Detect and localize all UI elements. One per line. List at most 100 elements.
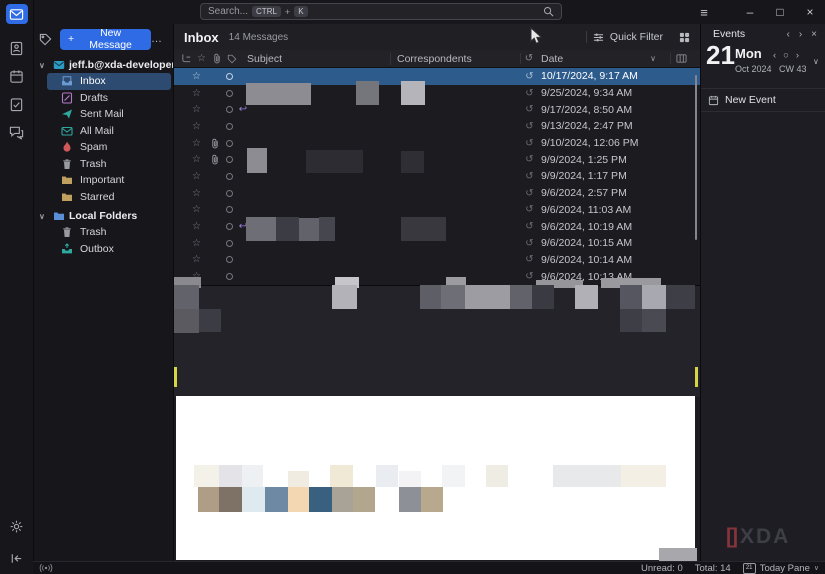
star-icon[interactable]: ☆ (192, 121, 207, 132)
account-row[interactable]: ∨ jeff.b@xda-developers.c... (33, 57, 173, 73)
junk-column-icon[interactable]: ↺ (520, 53, 537, 64)
close-today-pane-icon[interactable]: × (811, 29, 817, 40)
junk-toggle-icon[interactable]: ↺ (523, 204, 536, 215)
app-menu-icon[interactable]: ≡ (689, 5, 719, 20)
star-icon[interactable]: ☆ (192, 138, 207, 149)
space-calendar-button[interactable] (6, 66, 28, 86)
junk-toggle-icon[interactable]: ↺ (523, 121, 536, 132)
read-status-icon[interactable] (223, 156, 236, 163)
events-prev-icon[interactable]: ‹ (786, 29, 789, 40)
folder-starred[interactable]: Starred (47, 189, 171, 206)
read-status-icon[interactable] (223, 190, 236, 197)
today-dot-icon[interactable]: ○ (783, 50, 789, 61)
folder-important[interactable]: Important (47, 172, 171, 189)
message-list-scrollbar[interactable] (695, 75, 697, 240)
folder-drafts[interactable]: Drafts (47, 90, 171, 107)
space-mail-button[interactable] (6, 4, 28, 24)
folder-all-mail[interactable]: All Mail (47, 123, 171, 140)
display-options-icon[interactable] (679, 32, 690, 43)
message-row[interactable]: ☆↩↺9/6/2024, 10:19 AM (174, 218, 700, 235)
read-status-icon[interactable] (223, 273, 236, 280)
folder-sent-mail[interactable]: Sent Mail (47, 106, 171, 123)
junk-toggle-icon[interactable]: ↺ (523, 154, 536, 165)
star-icon[interactable]: ☆ (192, 104, 207, 115)
junk-toggle-icon[interactable]: ↺ (523, 271, 536, 282)
junk-toggle-icon[interactable]: ↺ (523, 171, 536, 182)
collapse-spaces-button[interactable] (6, 548, 28, 568)
message-row[interactable]: ☆↺9/25/2024, 9:34 AM (174, 85, 700, 102)
message-row[interactable]: ☆↺9/9/2024, 1:25 PM (174, 151, 700, 168)
read-status-icon[interactable] (223, 73, 236, 80)
star-icon[interactable]: ☆ (192, 88, 207, 99)
quick-filter-button[interactable]: Quick Filter (610, 31, 663, 43)
new-message-button[interactable]: + New Message (60, 29, 151, 50)
read-status-icon[interactable] (223, 173, 236, 180)
junk-toggle-icon[interactable]: ↺ (523, 238, 536, 249)
column-picker-icon[interactable] (670, 53, 692, 64)
maximize-button[interactable]: □ (765, 5, 795, 19)
junk-toggle-icon[interactable]: ↺ (523, 188, 536, 199)
folder-spam[interactable]: Spam (47, 139, 171, 156)
space-chat-button[interactable] (6, 122, 28, 142)
expander-icon[interactable]: ∨ (39, 61, 49, 70)
day-next-icon[interactable]: › (796, 50, 799, 61)
subject-column-header[interactable]: Subject (247, 53, 390, 65)
star-icon[interactable]: ☆ (192, 71, 207, 82)
message-row[interactable]: ☆↺9/10/2024, 12:06 PM (174, 135, 700, 152)
global-search-input[interactable]: Search... CTRL + K (200, 3, 562, 20)
folder-outbox[interactable]: Outbox (47, 241, 171, 258)
date-column-header[interactable]: Date ∨ (537, 53, 670, 65)
star-icon[interactable]: ☆ (192, 171, 207, 182)
folder-trash[interactable]: Trash (47, 156, 171, 173)
day-prev-icon[interactable]: ‹ (773, 50, 776, 61)
expander-icon[interactable]: ∨ (39, 212, 49, 221)
message-row[interactable]: ☆↺9/13/2024, 2:47 PM (174, 118, 700, 135)
new-event-button[interactable]: New Event (701, 88, 825, 112)
folder-inbox[interactable]: Inbox (47, 73, 171, 90)
junk-toggle-icon[interactable]: ↺ (523, 254, 536, 265)
local-folders-row[interactable]: ∨ Local Folders (33, 208, 173, 224)
read-status-icon[interactable] (223, 256, 236, 263)
read-status-icon[interactable] (223, 90, 236, 97)
thread-column-icon[interactable] (179, 53, 194, 64)
junk-toggle-icon[interactable]: ↺ (523, 88, 536, 99)
message-row[interactable]: ☆↺9/6/2024, 10:15 AM (174, 235, 700, 252)
minimize-button[interactable]: – (735, 5, 765, 19)
message-row[interactable]: ☆↺9/6/2024, 11:03 AM (174, 202, 700, 219)
space-tasks-button[interactable] (6, 94, 28, 114)
settings-button[interactable] (6, 516, 28, 536)
message-row[interactable]: ☆↺10/17/2024, 9:17 AM (174, 68, 700, 85)
message-row[interactable]: ☆↺9/6/2024, 10:14 AM (174, 252, 700, 269)
read-status-icon[interactable] (223, 223, 236, 230)
star-icon[interactable]: ☆ (192, 221, 207, 232)
attachment-column-icon[interactable] (209, 53, 224, 64)
star-icon[interactable]: ☆ (192, 204, 207, 215)
space-addressbook-button[interactable] (6, 38, 28, 58)
more-options-button[interactable]: … (151, 33, 167, 45)
read-status-icon[interactable] (223, 240, 236, 247)
star-icon[interactable]: ☆ (192, 154, 207, 165)
read-status-icon[interactable] (223, 206, 236, 213)
star-icon[interactable]: ☆ (192, 238, 207, 249)
read-status-icon[interactable] (223, 140, 236, 147)
star-icon[interactable]: ☆ (192, 188, 207, 199)
junk-toggle-icon[interactable]: ↺ (523, 104, 536, 115)
read-status-icon[interactable] (223, 106, 236, 113)
message-row[interactable]: ☆↺9/9/2024, 1:17 PM (174, 168, 700, 185)
star-icon[interactable]: ☆ (192, 271, 207, 282)
tag-icon[interactable] (39, 33, 52, 46)
today-pane-toggle[interactable]: 21 Today Pane ∨ (743, 563, 819, 574)
message-row[interactable]: ☆↺9/6/2024, 2:57 PM (174, 185, 700, 202)
close-button[interactable]: × (795, 5, 825, 19)
message-row[interactable]: ☆↩↺9/17/2024, 8:50 AM (174, 101, 700, 118)
star-column-icon[interactable]: ☆ (194, 53, 209, 64)
tag-column-icon[interactable] (224, 54, 239, 64)
junk-toggle-icon[interactable]: ↺ (523, 138, 536, 149)
junk-toggle-icon[interactable]: ↺ (523, 221, 536, 232)
minimonth-chevron-icon[interactable]: ∨ (813, 57, 819, 66)
folder-trash[interactable]: Trash (47, 224, 171, 241)
read-status-icon[interactable] (223, 123, 236, 130)
star-icon[interactable]: ☆ (192, 254, 207, 265)
correspondents-column-header[interactable]: Correspondents (390, 53, 520, 65)
message-row[interactable]: ☆↺9/6/2024, 10:13 AM (174, 268, 700, 285)
